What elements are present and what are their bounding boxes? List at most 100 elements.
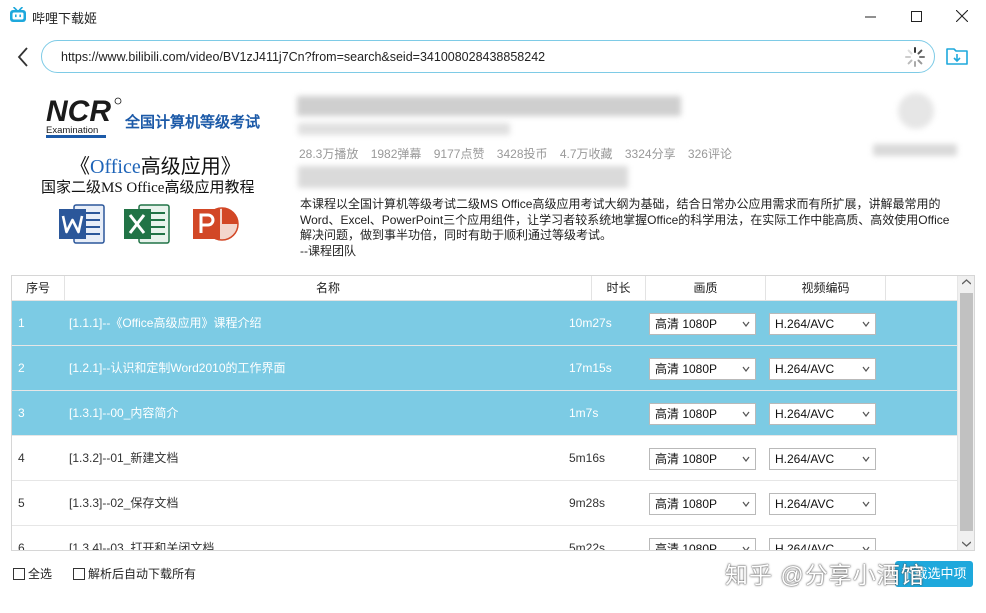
quality-select-value: 高清 1080P (655, 452, 718, 466)
title-bar: 哔哩下载姬 (0, 0, 986, 32)
excel-icon (124, 204, 170, 244)
codec-select[interactable]: H.264/AVC (769, 493, 876, 515)
codec-select[interactable]: H.264/AVC (769, 448, 876, 470)
favorite-count: 4.7万收藏 (559, 147, 613, 161)
app-window: 哔哩下载姬 https://www.bilibili.com/video/BV1… (0, 0, 986, 613)
row-index: 6 (18, 541, 25, 551)
column-header-codec[interactable]: 视频编码 (766, 276, 886, 301)
description-line: 解决问题，做到事半功倍，同时有助于顺利通过等级考试。 (300, 228, 613, 242)
quality-select[interactable]: 高清 1080P (649, 403, 756, 425)
quality-select-value: 高清 1080P (655, 407, 718, 421)
row-index: 5 (18, 496, 25, 510)
codec-select[interactable]: H.264/AVC (769, 358, 876, 380)
row-name: [1.3.4]--03_打开和关闭文档 (69, 541, 215, 551)
table-body: 1 [1.1.1]--《Office高级应用》课程介绍 10m27s 高清 1080P… (12, 301, 957, 551)
row-duration: 1m7s (569, 406, 599, 420)
course-title: 《Office高级应用》 (70, 150, 241, 179)
quality-select-value: 高清 1080P (655, 542, 718, 551)
select-all-label: 全选 (28, 567, 53, 581)
quality-select-value: 高清 1080P (655, 362, 718, 376)
course-title-office: Office (90, 156, 141, 178)
chevron-down-icon (862, 456, 870, 462)
chevron-down-icon (742, 546, 750, 550)
quality-select[interactable]: 高清 1080P (649, 358, 756, 380)
episode-table: 序号 名称 时长 画质 视频编码 1 [1.1.1]--《Office高级应用》课… (11, 275, 975, 551)
share-count: 3324分享 (624, 147, 676, 161)
uploader-avatar[interactable] (898, 93, 934, 129)
row-index: 1 (18, 316, 25, 330)
chevron-down-icon (862, 501, 870, 507)
auto-download-checkbox[interactable]: 解析后自动下载所有 (73, 565, 196, 582)
uploader-name-blurred (873, 144, 957, 156)
maximize-button[interactable] (893, 0, 939, 32)
publish-info-blurred (298, 123, 510, 135)
codec-select-value: H.264/AVC (775, 317, 835, 331)
chevron-left-icon (17, 47, 28, 67)
row-duration: 9m28s (569, 496, 606, 510)
video-cover: NCR Examination 全国计算机等级考试 《Office高级应用》 国… (12, 89, 286, 253)
course-subtitle: 国家二级MS Office高级应用教程 (41, 180, 255, 196)
codec-select[interactable]: H.264/AVC (769, 403, 876, 425)
brand-title: 全国计算机等级考试 (125, 114, 261, 131)
table-header: 序号 名称 时长 画质 视频编码 (12, 276, 957, 301)
play-count: 28.3万播放 (299, 147, 359, 161)
select-all-checkbox[interactable]: 全选 (13, 565, 52, 582)
checkbox-box[interactable] (73, 567, 85, 580)
close-button[interactable] (939, 0, 985, 32)
vertical-scrollbar[interactable] (957, 276, 974, 550)
video-stats: 28.3万播放 1982弹幕 9177点赞 3428投币 4.7万收藏 3324… (299, 145, 741, 162)
checkbox-box[interactable] (13, 567, 25, 580)
scroll-up-icon[interactable] (962, 279, 971, 285)
quality-select[interactable]: 高清 1080P (649, 448, 756, 470)
window-title: 哔哩下载姬 (32, 11, 98, 26)
row-duration: 10m27s (569, 316, 612, 330)
svg-text:Examination: Examination (46, 125, 98, 136)
table-row[interactable]: 6 [1.3.4]--03_打开和关闭文档 5m22s 高清 1080P H.264/A… (12, 526, 957, 551)
chevron-down-icon (862, 411, 870, 417)
codec-select-value: H.264/AVC (775, 542, 835, 551)
column-header-name[interactable]: 名称 (65, 276, 592, 301)
coin-count: 3428投币 (496, 147, 548, 161)
quality-select[interactable]: 高清 1080P (649, 538, 756, 551)
column-header-index[interactable]: 序号 (12, 276, 65, 301)
column-header-quality[interactable]: 画质 (646, 276, 766, 301)
close-icon (956, 10, 968, 22)
quality-select-value: 高清 1080P (655, 317, 718, 331)
bilibili-tv-icon (10, 7, 26, 22)
codec-select-value: H.264/AVC (775, 362, 835, 376)
chevron-down-icon (862, 366, 870, 372)
table-row[interactable]: 1 [1.1.1]--《Office高级应用》课程介绍 10m27s 高清 1080P… (12, 301, 957, 346)
codec-select[interactable]: H.264/AVC (769, 538, 876, 551)
url-text: https://www.bilibili.com/video/BV1zJ411j… (61, 50, 546, 64)
auto-download-label: 解析后自动下载所有 (88, 567, 197, 581)
chevron-down-icon (862, 321, 870, 327)
minimize-button[interactable] (847, 0, 893, 32)
quality-select[interactable]: 高清 1080P (649, 493, 756, 515)
loading-spinner-icon (905, 47, 925, 67)
codec-select[interactable]: H.264/AVC (769, 313, 876, 335)
row-index: 4 (18, 451, 25, 465)
row-name: [1.3.2]--01_新建文档 (69, 451, 179, 465)
row-name: [1.2.1]--认识和定制Word2010的工作界面 (69, 361, 286, 375)
scroll-down-icon[interactable] (962, 541, 971, 547)
chevron-down-icon (742, 321, 750, 327)
table-row[interactable]: 2 [1.2.1]--认识和定制Word2010的工作界面 17m15s 高清 108… (12, 346, 957, 391)
word-icon (59, 204, 105, 244)
back-button[interactable] (12, 44, 34, 70)
comment-count: 326评论 (687, 147, 732, 161)
maximize-icon (910, 10, 922, 22)
table-row[interactable]: 3 [1.3.1]--00_内容简介 1m7s 高清 1080P H.264/AVC (12, 391, 957, 436)
url-input[interactable]: https://www.bilibili.com/video/BV1zJ411j… (41, 40, 935, 73)
description-line: --课程团队 (300, 243, 356, 258)
minimize-icon (864, 16, 876, 17)
table-row[interactable]: 4 [1.3.2]--01_新建文档 5m16s 高清 1080P H.264/AVC (12, 436, 957, 481)
table-row[interactable]: 5 [1.3.3]--02_保存文档 9m28s 高清 1080P H.264/AVC (12, 481, 957, 526)
codec-select-value: H.264/AVC (775, 497, 835, 511)
quality-select[interactable]: 高清 1080P (649, 313, 756, 335)
codec-select-value: H.264/AVC (775, 452, 835, 466)
row-name: [1.3.1]--00_内容简介 (69, 406, 179, 420)
column-header-duration[interactable]: 时长 (592, 276, 646, 301)
scrollbar-thumb[interactable] (960, 293, 973, 531)
download-folder-icon[interactable] (945, 45, 969, 67)
chevron-down-icon (742, 366, 750, 372)
